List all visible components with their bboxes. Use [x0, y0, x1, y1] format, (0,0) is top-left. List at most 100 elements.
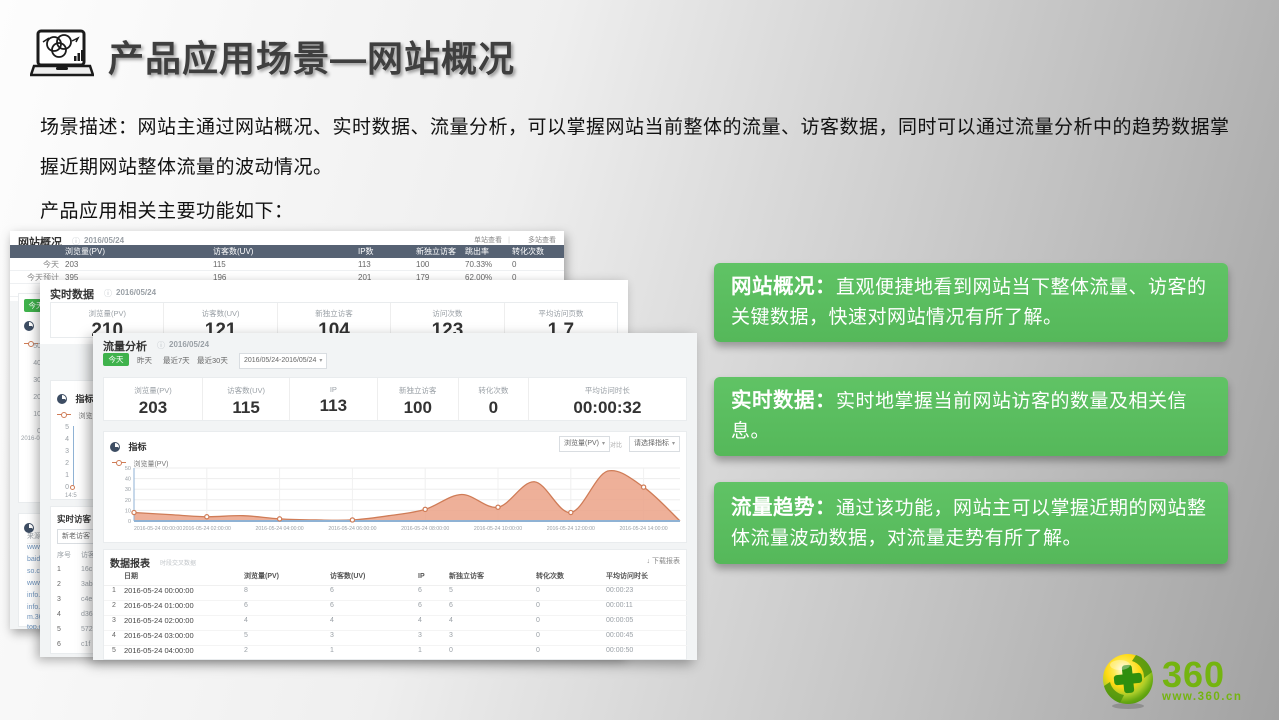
logo-number: 360: [1162, 659, 1242, 691]
overview-table-header: 浏览量(PV) 访客数(UV) IP数 新独立访客 跳出率 转化次数: [10, 245, 564, 258]
cell: 6: [449, 601, 453, 610]
visitor-row: 3ab: [81, 580, 93, 589]
panel-date: 2016/05/24: [169, 340, 209, 349]
stat-cell: 平均访问时长 00:00:32: [529, 378, 686, 420]
date-range-select[interactable]: 2016/05/24-2016/05/24▾: [239, 353, 327, 369]
cell: 2016-05-24 03:00:00: [124, 631, 194, 640]
stat-cell: 浏览量(PV) 203: [104, 378, 203, 420]
cell: 4: [418, 616, 422, 625]
col-header: 平均访问时长: [606, 572, 648, 581]
cell: 1: [112, 586, 116, 595]
cell: 00:00:11: [606, 601, 633, 610]
col-no: 序号: [57, 551, 71, 560]
cell: 5: [449, 586, 453, 595]
cell: 8: [244, 586, 248, 595]
pv-trend-area-chart: 010203040502016-05-24 00:00:002016-05-24…: [106, 462, 686, 540]
download-report-link[interactable]: ↓ 下载报表: [647, 556, 680, 566]
cell: 203: [65, 258, 78, 271]
tab-yesterday[interactable]: 昨天: [137, 355, 152, 366]
cell: 00:00:05: [606, 616, 633, 625]
chevron-down-icon: ▾: [602, 441, 605, 447]
stat-label: 平均访问页数: [505, 308, 617, 319]
col-pv: 浏览量(PV): [65, 245, 105, 258]
cell: 4: [330, 616, 334, 625]
cell: 0: [536, 631, 540, 640]
cell: 00:00:50: [606, 646, 633, 655]
data-point-marker: [70, 485, 75, 490]
stat-value: 0: [459, 398, 528, 418]
y-axis-line: [73, 426, 74, 488]
tab-today[interactable]: 今天: [103, 353, 129, 366]
stat-cell: 新独立访客 104: [278, 303, 391, 337]
y-tick: 30: [19, 376, 41, 385]
single-site-view-link[interactable]: 单站查看: [474, 236, 502, 245]
stat-cell: 访客数(UV) 121: [164, 303, 277, 337]
stat-cell: 新独立访客 100: [378, 378, 459, 420]
tab-last30days[interactable]: 最近30天: [197, 355, 228, 366]
compare-select-value: 请选择指标: [634, 440, 669, 447]
callout-title: 流量趋势：: [731, 496, 836, 519]
legend-marker-icon: [57, 414, 71, 415]
tab-last7days[interactable]: 最近7天: [163, 355, 190, 366]
svg-text:2016-05-24 14:00:00: 2016-05-24 14:00:00: [620, 526, 668, 532]
svg-text:10: 10: [125, 508, 131, 514]
stat-label: 新独立访客: [378, 385, 458, 396]
stat-label: 访客数(UV): [203, 385, 289, 396]
stat-cell: 转化次数 0: [459, 378, 529, 420]
cell: 3: [449, 631, 453, 640]
cell: 6: [418, 586, 422, 595]
cell: 0: [536, 616, 540, 625]
visitor-row-no: 3: [57, 595, 61, 604]
col-header: 新独立访客: [449, 572, 484, 581]
compare-select[interactable]: 请选择指标▾: [629, 436, 680, 452]
stat-label: IP: [290, 385, 376, 394]
cell: 00:00:23: [606, 586, 633, 595]
col-header: 转化次数: [536, 572, 564, 581]
cell: 6: [330, 601, 334, 610]
callout-realtime-data: 实时数据：实时地掌握当前网站访客的数量及相关信息。: [714, 377, 1228, 456]
stat-value: 113: [290, 396, 376, 416]
cell: 100: [416, 258, 429, 271]
panel-title: 流量分析: [103, 338, 147, 354]
info-icon: ⓘ: [157, 340, 165, 351]
cell: 2016-05-24 02:00:00: [124, 616, 194, 625]
table-row: 今天 203 115 113 100 70.33% 0: [10, 258, 564, 271]
stat-label: 新独立访客: [278, 308, 390, 319]
svg-text:50: 50: [125, 466, 131, 472]
y-tick: 2: [55, 459, 69, 468]
cell: 0: [536, 601, 540, 610]
metric-pie-icon: [57, 394, 67, 404]
svg-text:2016-05-24 06:00:00: 2016-05-24 06:00:00: [328, 526, 376, 532]
stat-cell: 访问次数 123: [391, 303, 504, 337]
download-label: 下载报表: [652, 558, 680, 565]
y-tick: 4: [55, 435, 69, 444]
cell: 2: [244, 646, 248, 655]
visitor-row: d36: [81, 610, 93, 619]
callout-traffic-trend: 流量趋势：通过该功能，网站主可以掌握近期的网站整体流量波动数据，对流量走势有所了…: [714, 482, 1228, 564]
multi-site-view-link[interactable]: 多站查看: [528, 236, 556, 245]
report-title: 数据报表: [110, 555, 150, 570]
stat-label: 转化次数: [459, 385, 528, 396]
visitors-title: 实时访客: [57, 513, 91, 525]
y-tick: 3: [55, 447, 69, 456]
svg-text:0: 0: [128, 519, 131, 525]
visitor-type-button[interactable]: 新老访客: [57, 529, 95, 544]
cell: 70.33%: [465, 258, 492, 271]
metric-select[interactable]: 浏览量(PV)▾: [559, 436, 610, 452]
cell: 3: [112, 616, 116, 625]
svg-text:30: 30: [125, 487, 131, 493]
cell: 0: [536, 586, 540, 595]
cell: 4: [244, 616, 248, 625]
col-header: 浏览量(PV): [244, 572, 279, 581]
visitor-row-no: 6: [57, 640, 61, 649]
cell: 5: [244, 631, 248, 640]
info-icon: ⓘ: [104, 288, 112, 299]
cell: 115: [213, 258, 226, 271]
y-tick: 10: [19, 410, 41, 419]
col-header: 访客数(UV): [330, 572, 365, 581]
cell: 4: [112, 631, 116, 640]
360-sphere-icon: [1100, 652, 1156, 710]
cell: 1: [418, 646, 422, 655]
cell: 6: [330, 586, 334, 595]
report-subtitle: 时段交叉数据: [160, 558, 196, 567]
